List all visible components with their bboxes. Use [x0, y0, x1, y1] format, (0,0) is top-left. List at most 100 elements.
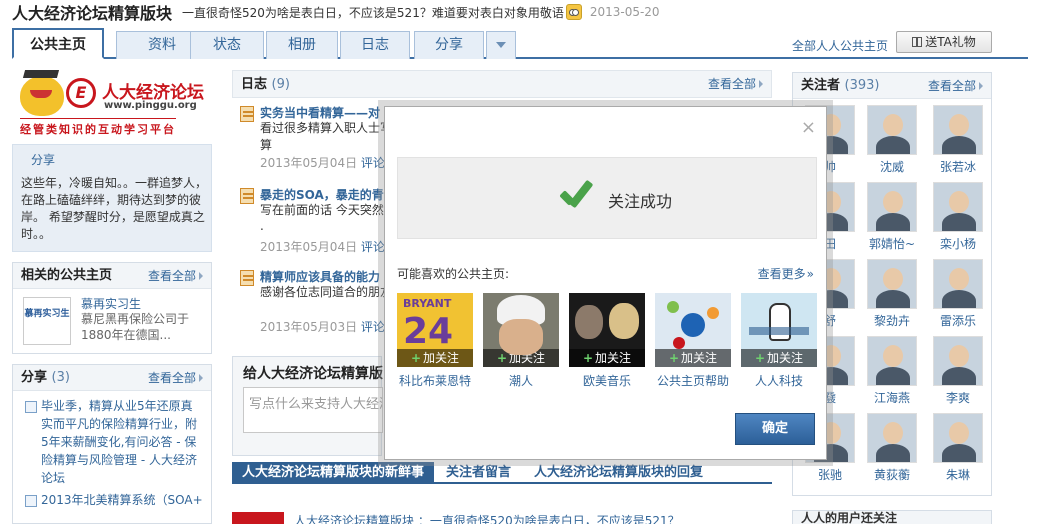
- tab-blog[interactable]: 日志: [340, 31, 410, 59]
- follower-name[interactable]: 李爽: [931, 389, 985, 406]
- tab-news-feed[interactable]: 人大经济论坛精算版块的新鲜事: [232, 462, 435, 484]
- diary-meta: 2013年05月04日 评论: [260, 238, 385, 255]
- view-all-link[interactable]: 查看全部: [928, 73, 983, 99]
- recommend-tile[interactable]: 加关注 人人科技: [741, 293, 817, 389]
- seal-logo: E: [66, 78, 96, 108]
- follow-button[interactable]: 加关注: [655, 349, 731, 367]
- intro-share-link[interactable]: 分享: [31, 151, 55, 168]
- follower-item[interactable]: 栾小杨: [931, 182, 985, 252]
- view-all-link[interactable]: 查看全部: [708, 71, 763, 97]
- blog-entry-icon: [240, 106, 254, 122]
- diary-entry-title[interactable]: 暴走的SOA，暴走的青: [260, 186, 384, 203]
- share-item-text: 2013年北美精算系统（SOA+: [41, 493, 203, 507]
- more-tabs-button[interactable]: [486, 31, 516, 59]
- tile-name[interactable]: 潮人: [483, 372, 559, 389]
- related-name[interactable]: 慕再实习生: [81, 295, 141, 312]
- composer-input[interactable]: 写点什么来支持人大经济: [243, 387, 383, 433]
- panel-header: 关注者 (393) 查看全部: [793, 73, 991, 99]
- avatar[interactable]: [933, 105, 983, 155]
- follower-name[interactable]: 朱琳: [931, 466, 985, 483]
- share-item[interactable]: 毕业季，精算从业5年还原真实而平凡的保险精算行业，附5年来薪酬变化,有问必答 -…: [25, 397, 203, 487]
- related-desc: 慕尼黑再保险公司于1880年在德国...: [81, 312, 190, 342]
- follow-button[interactable]: 加关注: [569, 349, 645, 367]
- tile-name[interactable]: 科比布莱恩特: [397, 372, 473, 389]
- follower-item[interactable]: 黎劲卉: [865, 259, 919, 329]
- follower-item[interactable]: 沈威: [865, 105, 919, 175]
- all-pages-link[interactable]: 全部人人公共主页: [792, 37, 888, 54]
- avatar[interactable]: [867, 182, 917, 232]
- avatar[interactable]: [867, 336, 917, 386]
- related-item: 慕再实习生 慕再实习生 慕尼黑再保险公司于1880年在德国...: [13, 289, 211, 353]
- recommend-tile[interactable]: BRYANT24加关注 科比布莱恩特: [397, 293, 473, 389]
- avatar[interactable]: [933, 336, 983, 386]
- tile-name[interactable]: 人人科技: [741, 372, 817, 389]
- see-more-link[interactable]: 查看更多: [758, 265, 814, 282]
- message-composer: 给人大经济论坛精算版 写点什么来支持人大经济: [232, 356, 383, 456]
- avatar[interactable]: [867, 259, 917, 309]
- tile-image[interactable]: 加关注: [741, 293, 817, 367]
- follower-name[interactable]: 黎劲卉: [865, 312, 919, 329]
- follow-button[interactable]: 加关注: [397, 349, 473, 367]
- recommend-tile[interactable]: 加关注 潮人: [483, 293, 559, 389]
- tab-share[interactable]: 分享: [414, 31, 484, 59]
- tile-name[interactable]: 公共主页帮助: [655, 372, 731, 389]
- follower-name[interactable]: 栾小杨: [931, 235, 985, 252]
- related-thumbnail[interactable]: 慕再实习生: [23, 297, 71, 345]
- share-item[interactable]: 2013年北美精算系统（SOA+: [25, 491, 203, 509]
- avatar[interactable]: [867, 413, 917, 463]
- follow-button[interactable]: 加关注: [741, 349, 817, 367]
- panel-title: 分享: [21, 370, 48, 385]
- follower-name[interactable]: 江海燕: [865, 389, 919, 406]
- comment-link[interactable]: 评论: [361, 156, 385, 170]
- view-all-link[interactable]: 查看全部: [148, 263, 203, 289]
- diary-date: 2013年05月04日: [260, 156, 358, 170]
- tab-messages[interactable]: 关注者留言: [436, 462, 521, 484]
- avatar[interactable]: [933, 182, 983, 232]
- panel-title: 关注者: [801, 78, 841, 93]
- comment-link[interactable]: 评论: [361, 240, 385, 254]
- close-icon[interactable]: ×: [801, 119, 816, 137]
- feed-text[interactable]: 人大经济论坛精算版块 ：一直很奇怪520为啥是表白日，不应该是521？: [294, 512, 680, 524]
- tab-status[interactable]: 状态: [190, 31, 264, 59]
- diary-entry-title[interactable]: 精算师应该具备的能力: [260, 268, 380, 285]
- tab-home[interactable]: 公共主页: [12, 28, 104, 59]
- comment-link[interactable]: 评论: [361, 320, 385, 334]
- follower-name[interactable]: 黄荻蘅: [865, 466, 919, 483]
- follow-button[interactable]: 加关注: [483, 349, 559, 367]
- send-gift-button[interactable]: 送TA礼物: [896, 31, 992, 53]
- view-all-link[interactable]: 查看全部: [148, 365, 203, 391]
- follower-item[interactable]: 郭婧怡~: [865, 182, 919, 252]
- follower-name[interactable]: 雷添乐: [931, 312, 985, 329]
- avatar[interactable]: [867, 105, 917, 155]
- follower-name[interactable]: 张驰: [803, 466, 857, 483]
- avatar[interactable]: [933, 413, 983, 463]
- diary-meta: 2013年05月04日 评论: [260, 154, 385, 171]
- share-count: (3): [51, 370, 70, 385]
- tile-image[interactable]: 加关注: [655, 293, 731, 367]
- follower-name[interactable]: 郭婧怡~: [865, 235, 919, 252]
- tile-image[interactable]: BRYANT24加关注: [397, 293, 473, 367]
- tile-image[interactable]: 加关注: [483, 293, 559, 367]
- diary-entry-title[interactable]: 实务当中看精算——对: [260, 104, 380, 121]
- tab-replies[interactable]: 人大经济论坛精算版块的回复: [524, 462, 713, 484]
- follower-name[interactable]: 沈威: [865, 158, 919, 175]
- tab-album[interactable]: 相册: [266, 31, 338, 59]
- recommend-tile[interactable]: 加关注 欧美音乐: [569, 293, 645, 389]
- blog-entry-icon: [240, 188, 254, 204]
- follower-item[interactable]: 朱琳: [931, 413, 985, 483]
- diary-meta: 2013年05月03日 评论: [260, 318, 385, 335]
- follower-item[interactable]: 黄荻蘅: [865, 413, 919, 483]
- recommend-tile[interactable]: 加关注 公共主页帮助: [655, 293, 731, 389]
- tile-image[interactable]: 加关注: [569, 293, 645, 367]
- confirm-button[interactable]: 确定: [735, 413, 815, 445]
- follower-item[interactable]: 李爽: [931, 336, 985, 406]
- avatar[interactable]: [933, 259, 983, 309]
- share-panel: 分享 (3) 查看全部 毕业季，精算从业5年还原真实而平凡的保险精算行业，附5年来…: [12, 364, 212, 524]
- follower-item[interactable]: 江海燕: [865, 336, 919, 406]
- follower-name[interactable]: 张若冰: [931, 158, 985, 175]
- mascot-icon: [20, 76, 64, 116]
- follower-item[interactable]: 张若冰: [931, 105, 985, 175]
- composer-title: 给人大经济论坛精算版: [243, 366, 383, 382]
- follower-item[interactable]: 雷添乐: [931, 259, 985, 329]
- tile-name[interactable]: 欧美音乐: [569, 372, 645, 389]
